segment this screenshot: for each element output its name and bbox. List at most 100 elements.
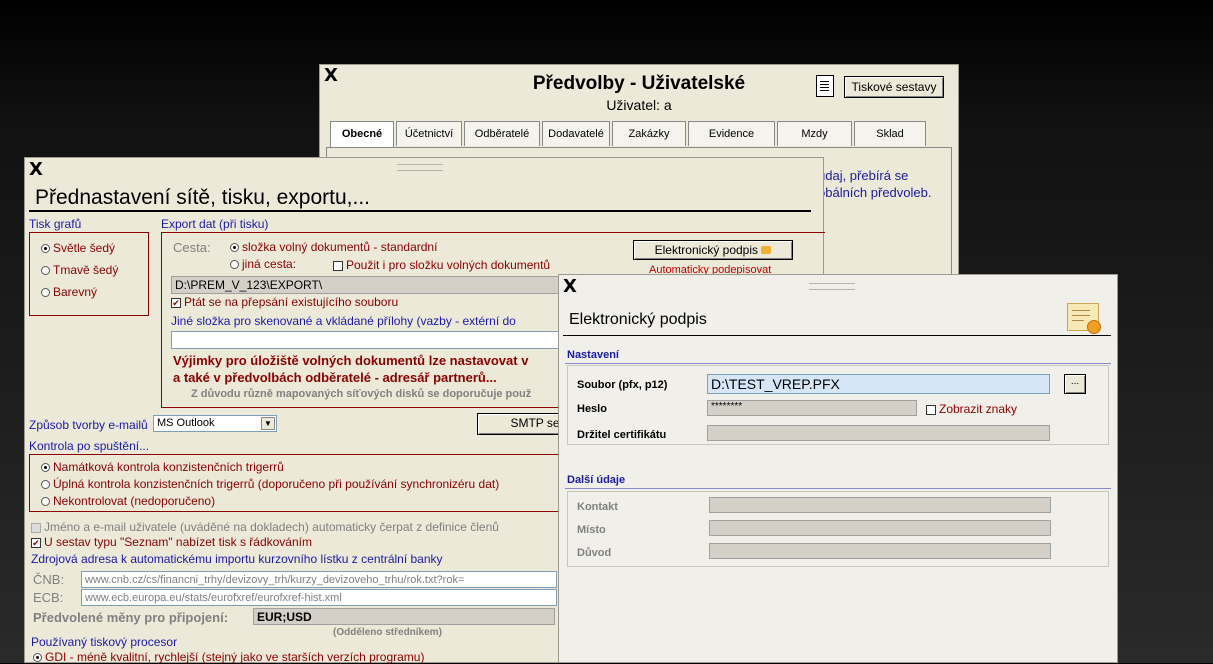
radio-icon xyxy=(41,244,50,254)
email-method-select[interactable]: MS Outlook ▼ xyxy=(153,415,277,432)
document-icon[interactable] xyxy=(816,75,834,97)
graph-option-dark[interactable]: Tmavě šedý xyxy=(41,263,118,277)
contact-label: Kontakt xyxy=(577,501,618,513)
radio-icon xyxy=(41,266,50,276)
title-divider xyxy=(29,210,811,212)
reason-field[interactable] xyxy=(709,543,1051,559)
scan-folder-label: Jiné složka pro skenované a vkládané pří… xyxy=(171,314,516,328)
reason-label: Důvod xyxy=(577,547,612,559)
checkbox-label: Zobrazit znaky xyxy=(939,402,1018,416)
certificate-icon xyxy=(761,246,772,254)
tab-sklad[interactable]: Sklad xyxy=(854,121,926,146)
tab-obecne[interactable]: Obecné xyxy=(330,121,394,148)
browse-button[interactable]: ... xyxy=(1064,374,1086,394)
check-option-none[interactable]: Nekontrolovat (nedoporučeno) xyxy=(41,494,215,508)
tab-odberatele[interactable]: Odběratelé xyxy=(464,121,540,146)
cnb-url-input[interactable]: www.cnb.cz/cs/financni_trhy/devizovy_trh… xyxy=(81,571,557,588)
place-label: Místo xyxy=(577,524,606,536)
tab-ucetnictvi[interactable]: Účetnictví xyxy=(396,121,462,146)
checkbox-icon: ✔ xyxy=(31,537,41,548)
path-label: Cesta: xyxy=(173,240,211,255)
path-option-other[interactable]: jiná cesta: xyxy=(230,257,296,271)
certificate-icon xyxy=(1067,303,1101,334)
contact-field[interactable] xyxy=(709,497,1051,513)
graph-option-light[interactable]: Světle šedý xyxy=(41,241,115,255)
info-line: obálních předvoleb. xyxy=(818,185,932,200)
file-label: Soubor (pfx, p12) xyxy=(577,379,668,391)
drag-handle[interactable] xyxy=(809,283,855,290)
radio-icon xyxy=(230,243,239,253)
checkbox-label: Jméno a e-mail uživatele (uváděné na dok… xyxy=(44,520,499,534)
checkbox-label: Použit i pro složku volných dokumentů xyxy=(346,258,551,272)
show-chars-checkbox[interactable]: Zobrazit znaky xyxy=(926,402,1017,416)
section-divider xyxy=(565,363,1111,364)
seal-icon xyxy=(1087,320,1101,334)
cnb-label: ČNB: xyxy=(33,572,65,587)
checkbox-icon: ✔ xyxy=(171,297,181,308)
semicolon-note: (Odděleno středníkem) xyxy=(333,627,442,638)
checkbox-icon xyxy=(333,260,343,271)
certificate-line xyxy=(1072,320,1084,321)
list-report-spacing-checkbox[interactable]: ✔ U sestav typu "Seznam" nabízet tisk s ř… xyxy=(31,535,312,549)
radio-icon xyxy=(41,463,50,473)
close-icon[interactable]: X xyxy=(29,161,43,179)
info-line: údaj, přebírá se xyxy=(818,168,909,183)
export-label: Export dat (při tisku) xyxy=(161,217,269,231)
window-title: Přednastavení sítě, tisku, exportu,... xyxy=(35,186,371,209)
tab-mzdy[interactable]: Mzdy xyxy=(777,121,852,146)
drag-handle[interactable] xyxy=(397,164,443,171)
ask-overwrite-checkbox[interactable]: ✔ Ptát se na přepsání existujícího soubor… xyxy=(171,295,398,309)
settings-section-title: Nastavení xyxy=(567,349,619,361)
graph-option-color[interactable]: Barevný xyxy=(41,285,97,299)
radio-icon xyxy=(33,653,42,663)
option-label: jiná cesta: xyxy=(242,257,297,271)
password-input[interactable]: ******** xyxy=(707,400,917,416)
checkbox-icon xyxy=(31,522,41,533)
user-name-email-checkbox[interactable]: Jméno a e-mail uživatele (uváděné na dok… xyxy=(31,520,499,534)
print-reports-button[interactable]: Tiskové sestavy xyxy=(844,76,944,98)
tab-evidence[interactable]: Evidence xyxy=(688,121,775,146)
gdi-option[interactable]: GDI - méně kvalitní, rychlejší (stejný j… xyxy=(33,650,424,664)
exceptions-line-2: a také v předvolbách odběratelé - adresá… xyxy=(173,370,497,385)
button-label: Elektronický podpis xyxy=(654,243,759,257)
use-for-free-docs-checkbox[interactable]: Použit i pro složku volných dokumentů xyxy=(333,258,550,272)
place-field[interactable] xyxy=(709,520,1051,536)
option-label: Tmavě šedý xyxy=(53,263,119,277)
currencies-label: Předvolené měny pro připojení: xyxy=(33,610,229,625)
option-label: Barevný xyxy=(53,285,98,299)
option-label: Úplná kontrola konzistenčních trigerrů (… xyxy=(53,477,500,491)
password-label: Heslo xyxy=(577,403,607,415)
option-label: Nekontrolovat (nedoporučeno) xyxy=(53,494,216,508)
window-subtitle: Uživatel: a xyxy=(606,97,672,113)
section-divider xyxy=(565,488,1111,489)
option-label: složka volný dokumentů - standardní xyxy=(242,240,438,254)
checkbox-icon xyxy=(926,404,936,415)
window-title: Elektronický podpis xyxy=(569,311,707,328)
radio-icon xyxy=(230,260,239,270)
info-text: údaj, přebírá se obálních předvoleb. xyxy=(818,167,931,201)
checkbox-label: Ptát se na přepsání existujícího souboru xyxy=(184,295,399,309)
signature-window: X Elektronický podpis Nastavení Soubor (… xyxy=(558,274,1118,663)
print-processor-label: Používaný tiskový procesor xyxy=(31,635,178,649)
title-divider xyxy=(563,335,1111,336)
option-label: Světle šedý xyxy=(53,241,116,255)
exchange-source-label: Zdrojová adresa k automatickému importu … xyxy=(31,552,443,566)
path-option-standard[interactable]: složka volný dokumentů - standardní xyxy=(230,240,437,254)
tab-zakazky[interactable]: Zakázky xyxy=(612,121,686,146)
electronic-signature-button[interactable]: Elektronický podpis xyxy=(633,240,793,260)
close-icon[interactable]: X xyxy=(563,278,577,296)
ecb-url-input[interactable]: www.ecb.europa.eu/stats/eurofxref/eurofx… xyxy=(81,589,557,606)
check-option-random[interactable]: Namátková kontrola konzistenčních triger… xyxy=(41,460,284,474)
tab-dodavatele[interactable]: Dodavatelé xyxy=(542,121,610,146)
holder-label: Držitel certifikátu xyxy=(577,429,667,441)
option-label: Namátková kontrola konzistenčních triger… xyxy=(53,460,284,474)
chevron-down-icon[interactable]: ▼ xyxy=(261,417,275,430)
radio-icon xyxy=(41,497,50,507)
tab-bar: Obecné Účetnictví Odběratelé Dodavatelé … xyxy=(330,121,928,148)
startup-check-label: Kontrola po spuštění... xyxy=(29,439,150,453)
option-label: GDI - méně kvalitní, rychlejší (stejný j… xyxy=(45,650,425,664)
currencies-input[interactable]: EUR;USD xyxy=(253,608,555,625)
holder-field[interactable] xyxy=(707,425,1050,441)
check-option-full[interactable]: Úplná kontrola konzistenčních trigerrů (… xyxy=(41,477,499,491)
certificate-file-input[interactable]: D:\TEST_VREP.PFX xyxy=(707,374,1050,394)
